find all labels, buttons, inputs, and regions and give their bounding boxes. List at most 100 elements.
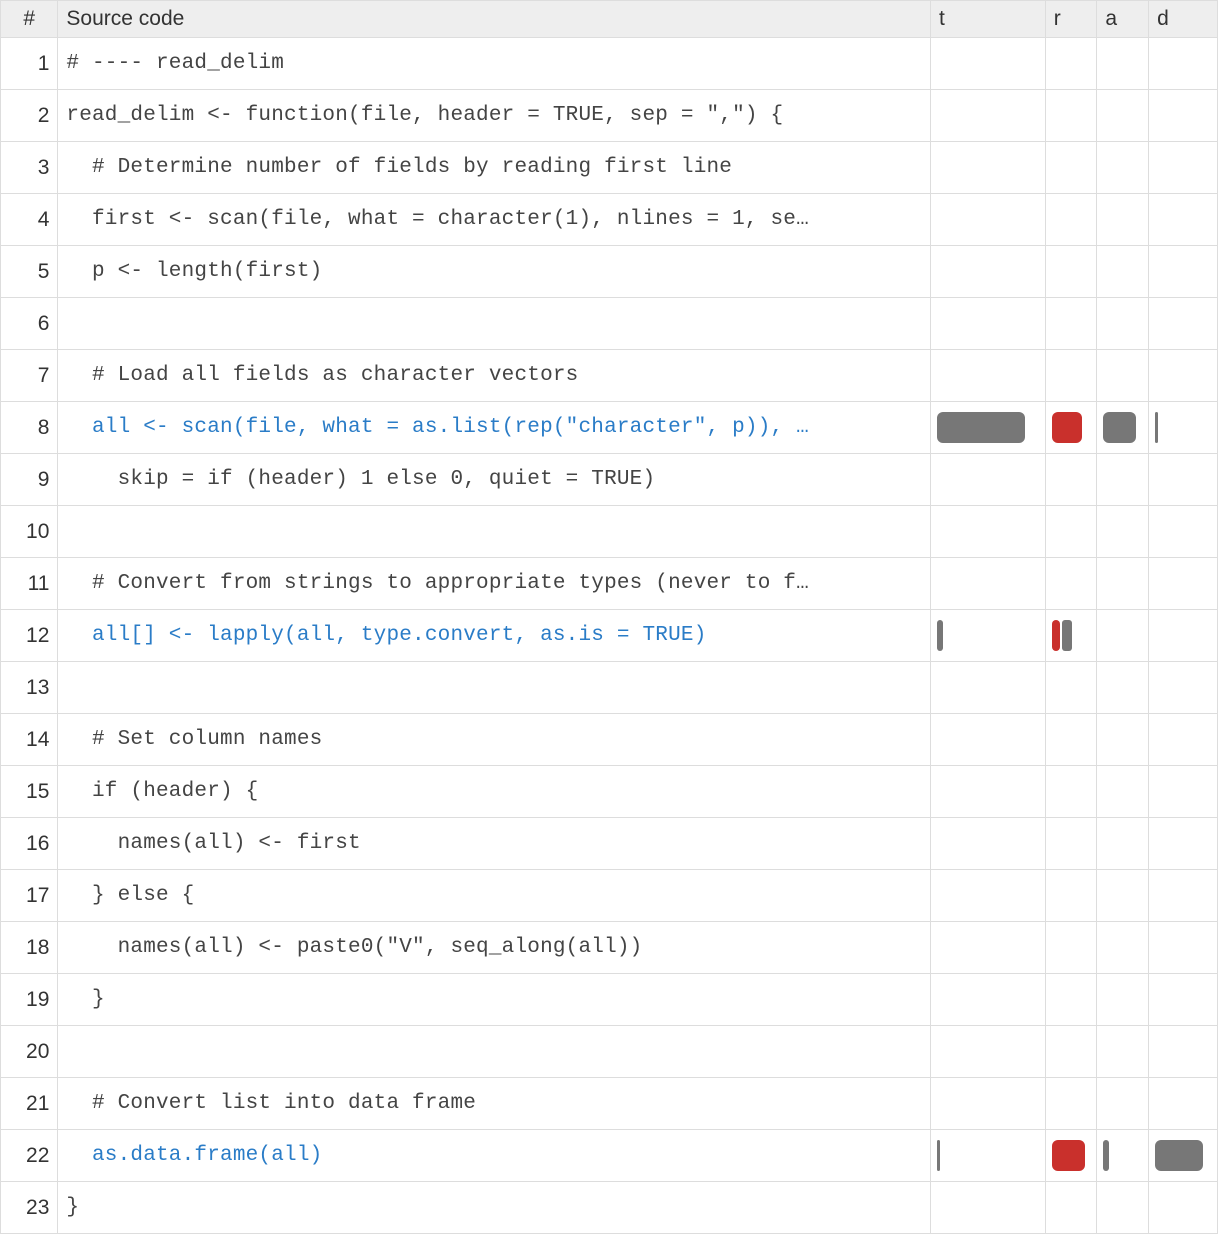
metric-r <box>1045 558 1097 610</box>
source-line <box>58 506 931 558</box>
bar-t <box>937 1140 940 1171</box>
table-row: 10 <box>1 506 1218 558</box>
metric-t <box>930 818 1045 870</box>
line-number: 21 <box>1 1078 58 1130</box>
source-line: all[] <- lapply(all, type.convert, as.is… <box>58 610 931 662</box>
metric-d <box>1149 1130 1218 1182</box>
source-line: # Convert list into data frame <box>58 1078 931 1130</box>
source-line: } else { <box>58 870 931 922</box>
table-row: 12 all[] <- lapply(all, type.convert, as… <box>1 610 1218 662</box>
line-number: 12 <box>1 610 58 662</box>
metric-r <box>1045 298 1097 350</box>
metric-a <box>1097 1026 1149 1078</box>
metric-a <box>1097 402 1149 454</box>
line-number: 4 <box>1 194 58 246</box>
table-row: 19 } <box>1 974 1218 1026</box>
metric-d <box>1149 1182 1218 1234</box>
line-number: 3 <box>1 142 58 194</box>
metric-a <box>1097 662 1149 714</box>
metric-d <box>1149 766 1218 818</box>
table-row: 5 p <- length(first) <box>1 246 1218 298</box>
source-line: } <box>58 1182 931 1234</box>
line-number: 5 <box>1 246 58 298</box>
source-line: names(all) <- paste0("V", seq_along(all)… <box>58 922 931 974</box>
metric-r <box>1045 402 1097 454</box>
header-d[interactable]: d <box>1149 1 1218 38</box>
source-line: } <box>58 974 931 1026</box>
metric-d <box>1149 870 1218 922</box>
header-linenum[interactable]: # <box>1 1 58 38</box>
source-line: read_delim <- function(file, header = TR… <box>58 90 931 142</box>
metric-r <box>1045 766 1097 818</box>
metric-r <box>1045 38 1097 90</box>
source-line: # ---- read_delim <box>58 38 931 90</box>
metric-t <box>930 558 1045 610</box>
metric-t <box>930 714 1045 766</box>
metric-t <box>930 922 1045 974</box>
metric-a <box>1097 870 1149 922</box>
header-t[interactable]: t <box>930 1 1045 38</box>
table-row: 21 # Convert list into data frame <box>1 1078 1218 1130</box>
metric-t <box>930 142 1045 194</box>
metric-r <box>1045 506 1097 558</box>
source-line: skip = if (header) 1 else 0, quiet = TRU… <box>58 454 931 506</box>
metric-r <box>1045 870 1097 922</box>
table-row: 15 if (header) { <box>1 766 1218 818</box>
table-row: 11 # Convert from strings to appropriate… <box>1 558 1218 610</box>
line-number: 17 <box>1 870 58 922</box>
table-row: 18 names(all) <- paste0("V", seq_along(a… <box>1 922 1218 974</box>
metric-a <box>1097 506 1149 558</box>
metric-t <box>930 194 1045 246</box>
bar-r <box>1052 1140 1085 1171</box>
source-table: # Source code t r a d 1# ---- read_delim… <box>0 0 1218 1234</box>
metric-d <box>1149 922 1218 974</box>
header-row: # Source code t r a d <box>1 1 1218 38</box>
metric-d <box>1149 818 1218 870</box>
metric-a <box>1097 38 1149 90</box>
metric-d <box>1149 714 1218 766</box>
bar-t <box>937 620 943 651</box>
metric-r <box>1045 1078 1097 1130</box>
source-line: as.data.frame(all) <box>58 1130 931 1182</box>
metric-r <box>1045 922 1097 974</box>
metric-t <box>930 610 1045 662</box>
metric-a <box>1097 298 1149 350</box>
line-number: 22 <box>1 1130 58 1182</box>
header-a[interactable]: a <box>1097 1 1149 38</box>
metric-a <box>1097 246 1149 298</box>
metric-a <box>1097 766 1149 818</box>
bar-a <box>1103 412 1136 443</box>
line-number: 9 <box>1 454 58 506</box>
metric-t <box>930 298 1045 350</box>
metric-a <box>1097 1130 1149 1182</box>
metric-a <box>1097 90 1149 142</box>
header-r[interactable]: r <box>1045 1 1097 38</box>
metric-t <box>930 1026 1045 1078</box>
metric-t <box>930 870 1045 922</box>
metric-a <box>1097 194 1149 246</box>
header-source[interactable]: Source code <box>58 1 931 38</box>
metric-a <box>1097 454 1149 506</box>
table-row: 2read_delim <- function(file, header = T… <box>1 90 1218 142</box>
metric-d <box>1149 142 1218 194</box>
metric-r <box>1045 1130 1097 1182</box>
line-number: 20 <box>1 1026 58 1078</box>
source-line <box>58 1026 931 1078</box>
table-row: 1# ---- read_delim <box>1 38 1218 90</box>
metric-r <box>1045 974 1097 1026</box>
line-number: 6 <box>1 298 58 350</box>
metric-a <box>1097 922 1149 974</box>
metric-t <box>930 350 1045 402</box>
metric-a <box>1097 558 1149 610</box>
bar-r <box>1052 412 1082 443</box>
line-number: 23 <box>1 1182 58 1234</box>
table-row: 4 first <- scan(file, what = character(1… <box>1 194 1218 246</box>
metric-a <box>1097 142 1149 194</box>
bar-r <box>1052 620 1060 651</box>
source-line: # Determine number of fields by reading … <box>58 142 931 194</box>
metric-t <box>930 974 1045 1026</box>
metric-t <box>930 246 1045 298</box>
bar-d <box>1155 1140 1203 1171</box>
source-line: first <- scan(file, what = character(1),… <box>58 194 931 246</box>
metric-r <box>1045 142 1097 194</box>
